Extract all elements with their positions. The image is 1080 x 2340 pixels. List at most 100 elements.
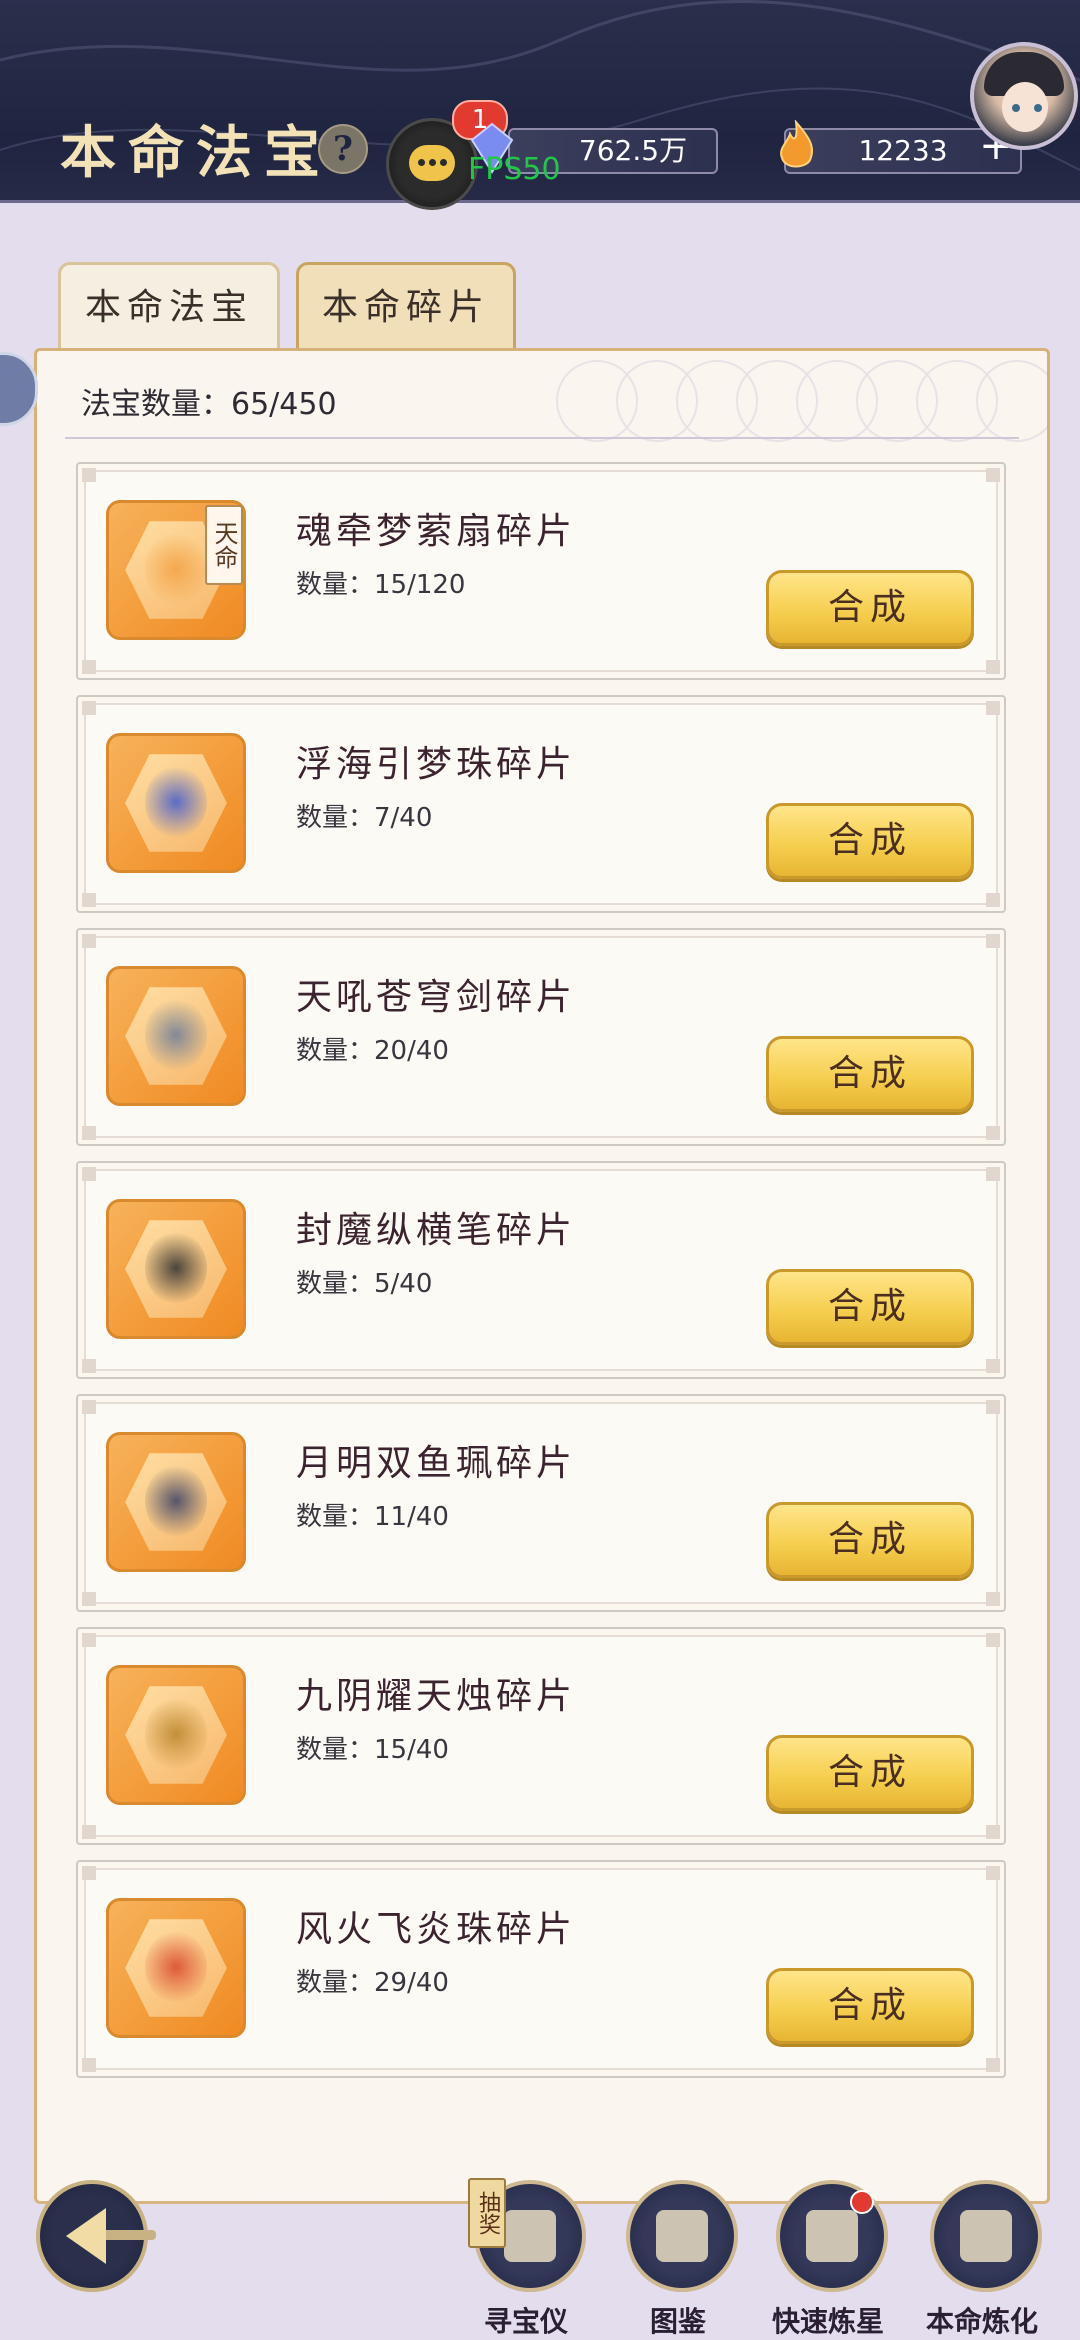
treasure-glyph-icon [145, 533, 207, 605]
card-corner-ornament [986, 934, 1000, 948]
fragment-quantity: 数量：15/40 [296, 1735, 449, 1765]
fragment-card: 风火飞炎珠碎片数量：29/40 合成 [76, 1860, 1006, 2078]
fps-counter: FPS50 [468, 152, 561, 187]
lottery-tag: 抽奖 [468, 2178, 506, 2248]
fragment-card: 封魔纵横笔碎片数量：5/40 合成 [76, 1161, 1006, 1379]
destiny-tag: 天命 [205, 505, 243, 585]
fragment-icon[interactable] [106, 733, 246, 873]
tab-fragments[interactable]: 本命碎片 [296, 262, 516, 354]
fragment-icon[interactable] [106, 1898, 246, 2038]
card-corner-ornament [986, 701, 1000, 715]
nav-codex[interactable] [626, 2180, 738, 2292]
card-corner-ornament [82, 1400, 96, 1414]
fragment-card: 九阴耀天烛碎片数量：15/40 合成 [76, 1627, 1006, 1845]
currency-flame-value: 12233 [858, 134, 948, 167]
card-corner-ornament [82, 893, 96, 907]
avatar-eye [1034, 104, 1042, 112]
compose-button[interactable]: 合成 [766, 1036, 974, 1112]
fragment-quantity: 数量：15/120 [296, 570, 466, 600]
fragment-quantity: 数量：20/40 [296, 1036, 449, 1066]
nav-label-treasure-finder: 寻宝仪 [483, 2305, 568, 2338]
card-corner-ornament [82, 701, 96, 715]
compose-button[interactable]: 合成 [766, 1968, 974, 2044]
card-corner-ornament [82, 1633, 96, 1647]
fragment-icon[interactable] [106, 1665, 246, 1805]
card-corner-ornament [82, 1359, 96, 1373]
nav-label-refine: 本命炼化 [925, 2305, 1038, 2338]
card-corner-ornament [82, 2058, 96, 2072]
nav-refine[interactable] [930, 2180, 1042, 2292]
fragment-name: 风火飞炎珠碎片 [296, 1909, 577, 1950]
card-corner-ornament [82, 660, 96, 674]
card-corner-ornament [82, 1126, 96, 1140]
fragment-quantity: 数量：5/40 [296, 1269, 433, 1299]
card-corner-ornament [82, 1592, 96, 1606]
card-corner-ornament [82, 1825, 96, 1839]
side-bubble[interactable] [0, 352, 38, 426]
fragment-card: 浮海引梦珠碎片数量：7/40 合成 [76, 695, 1006, 913]
card-corner-ornament [986, 893, 1000, 907]
scroll-icon [656, 2210, 708, 2262]
treasure-glyph-icon [145, 1931, 207, 2003]
card-corner-ornament [82, 1866, 96, 1880]
player-avatar[interactable] [970, 42, 1078, 150]
fragment-icon[interactable] [106, 966, 246, 1106]
card-corner-ornament [986, 2058, 1000, 2072]
card-corner-ornament [986, 1633, 1000, 1647]
fragment-card: 月明双鱼珮碎片数量：11/40 合成 [76, 1394, 1006, 1612]
help-icon[interactable]: ? [318, 124, 368, 174]
card-corner-ornament [82, 934, 96, 948]
fragment-name: 天吼苍穹剑碎片 [296, 977, 577, 1018]
fragment-card: 天命 魂牵梦萦扇碎片数量：15/120 合成 [76, 462, 1006, 680]
back-arrow-icon [66, 2208, 106, 2264]
treasure-glyph-icon [145, 999, 207, 1071]
treasure-glyph-icon [145, 1232, 207, 1304]
flame-icon [780, 120, 814, 168]
hammer-icon [806, 2210, 858, 2262]
compass-scroll-icon [504, 2210, 556, 2262]
tab-treasure[interactable]: 本命法宝 [58, 262, 280, 354]
fragment-icon[interactable] [106, 1199, 246, 1339]
treasure-count: 法宝数量：65/450 [81, 387, 337, 422]
compose-button[interactable]: 合成 [766, 570, 974, 646]
fragment-name: 魂牵梦萦扇碎片 [296, 511, 577, 552]
fragment-name: 浮海引梦珠碎片 [296, 744, 577, 785]
fragment-icon[interactable]: 天命 [106, 500, 246, 640]
card-corner-ornament [986, 1359, 1000, 1373]
card-corner-ornament [986, 1866, 1000, 1880]
card-corner-ornament [82, 1167, 96, 1181]
page-title: 本命法宝 [60, 120, 332, 186]
compose-button[interactable]: 合成 [766, 1502, 974, 1578]
fragment-quantity: 数量：29/40 [296, 1968, 449, 1998]
card-corner-ornament [986, 1167, 1000, 1181]
back-button[interactable] [36, 2180, 156, 2292]
card-corner-ornament [986, 1592, 1000, 1606]
compose-button[interactable]: 合成 [766, 1735, 974, 1811]
fragment-quantity: 数量：7/40 [296, 803, 433, 833]
notification-dot [850, 2190, 874, 2214]
treasure-glyph-icon [145, 766, 207, 838]
top-header: 本命法宝 ? 1 762.5万 FPS50 12233 + [0, 0, 1080, 210]
divider [65, 437, 1019, 439]
fragment-quantity: 数量：11/40 [296, 1502, 449, 1532]
chat-icon [409, 145, 455, 181]
treasure-glyph-icon [145, 1465, 207, 1537]
card-corner-ornament [986, 1825, 1000, 1839]
compose-button[interactable]: 合成 [766, 803, 974, 879]
fragment-name: 月明双鱼珮碎片 [296, 1443, 577, 1484]
avatar-eye [1012, 104, 1020, 112]
fragment-name: 封魔纵横笔碎片 [296, 1210, 577, 1251]
cloud-icon [960, 2210, 1012, 2262]
card-corner-ornament [986, 468, 1000, 482]
fragment-card: 天吼苍穹剑碎片数量：20/40 合成 [76, 928, 1006, 1146]
treasure-glyph-icon [145, 1698, 207, 1770]
compose-button[interactable]: 合成 [766, 1269, 974, 1345]
nav-label-codex: 图鉴 [649, 2305, 706, 2338]
card-corner-ornament [986, 1400, 1000, 1414]
card-corner-ornament [986, 1126, 1000, 1140]
currency-spirit-stone-value: 762.5万 [578, 134, 688, 167]
card-corner-ornament [82, 468, 96, 482]
fragment-icon[interactable] [106, 1432, 246, 1572]
fragment-name: 九阴耀天烛碎片 [296, 1676, 577, 1717]
card-corner-ornament [986, 660, 1000, 674]
